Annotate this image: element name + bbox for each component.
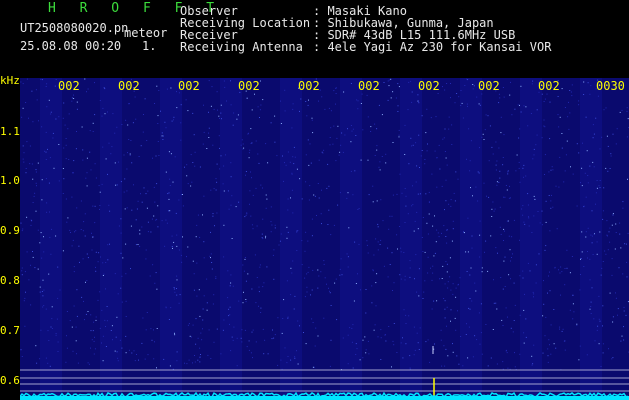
signal-trace-fill — [20, 396, 629, 400]
y-tick-label: 0.8 — [0, 274, 20, 287]
header-panel: H R O F F T UT2508080020.pn meteor 25.08… — [0, 0, 629, 78]
x-tick-label: 002 — [178, 80, 200, 92]
y-tick-label: 1.0 — [0, 174, 20, 187]
y-axis-unit: kHz — [0, 74, 20, 87]
time-band — [160, 78, 182, 400]
info-value-antenna: : 4ele Yagi Az 230 for Kansai VOR — [313, 40, 552, 54]
info-label-antenna: Receiving Antenna — [180, 40, 303, 54]
x-tick-label: 002 — [418, 80, 440, 92]
y-tick-label: 1.1 — [0, 125, 20, 138]
spectrogram-plot — [20, 78, 629, 400]
datetime: 25.08.08 00:20 — [20, 39, 122, 53]
count: 1. — [142, 39, 157, 53]
time-band — [220, 78, 242, 400]
spectrogram-svg — [20, 78, 629, 400]
meteor-tag: meteor — [124, 26, 168, 40]
time-band — [580, 78, 602, 400]
time-band — [400, 78, 422, 400]
x-tick-label: 002 — [58, 80, 80, 92]
x-tick-label: 0030 — [596, 80, 625, 92]
x-tick-label: 002 — [358, 80, 380, 92]
time-band — [520, 78, 542, 400]
x-tick-label: 002 — [238, 80, 260, 92]
y-tick-label: 0.9 — [0, 224, 20, 237]
y-tick-label: 0.7 — [0, 324, 20, 337]
time-band — [340, 78, 362, 400]
x-tick-label: 002 — [538, 80, 560, 92]
x-tick-label: 002 — [298, 80, 320, 92]
x-tick-label: 002 — [118, 80, 140, 92]
time-band — [40, 78, 62, 400]
x-tick-label: 002 — [478, 80, 500, 92]
time-band — [460, 78, 482, 400]
filename: UT2508080020.pn — [20, 21, 129, 35]
time-band — [100, 78, 122, 400]
y-tick-label: 0.6 — [0, 374, 20, 387]
time-band — [280, 78, 302, 400]
